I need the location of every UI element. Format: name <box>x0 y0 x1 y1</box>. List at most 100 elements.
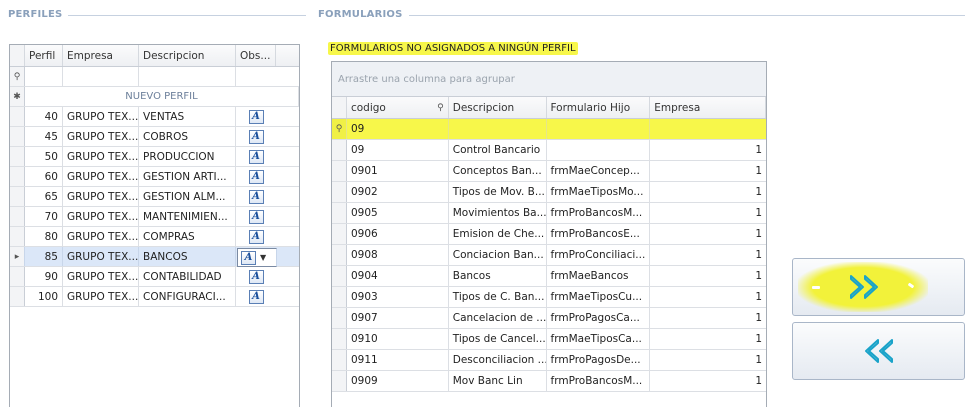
cell-empresa[interactable]: GRUPO TEX... <box>63 147 139 166</box>
cell-descripcion[interactable]: Tipos de Mov. B... <box>449 182 547 202</box>
table-row[interactable]: 0908 Conciacion Ban... frmProConciliaci...… <box>332 245 766 266</box>
filter-cell-perfil[interactable] <box>25 67 63 86</box>
cell-formulario-hijo[interactable]: frmProPagosDe... <box>547 350 651 370</box>
cell-formulario-hijo[interactable]: frmMaeTiposMo... <box>547 182 651 202</box>
cell-formulario-hijo[interactable]: frmProConciliaci... <box>547 245 651 265</box>
perfiles-new-row[interactable]: ✱ NUEVO PERFIL <box>10 87 299 107</box>
cell-descripcion[interactable]: COMPRAS <box>139 227 236 246</box>
filter-cell-empresa[interactable] <box>650 119 766 139</box>
cell-formulario-hijo[interactable]: frmProPagosCa... <box>547 308 651 328</box>
cell-empresa[interactable]: 1 <box>650 329 766 349</box>
column-header-empresa[interactable]: Empresa <box>650 97 766 118</box>
cell-codigo[interactable]: 0904 <box>347 266 449 286</box>
table-row[interactable]: 70 GRUPO TEX... MANTENIMIEN... A <box>10 207 299 227</box>
cell-descripcion[interactable]: VENTAS <box>139 107 236 126</box>
table-row[interactable]: 60 GRUPO TEX... GESTION ARTI... A <box>10 167 299 187</box>
memo-edit-icon[interactable]: A <box>248 229 264 244</box>
cell-descripcion[interactable]: Desconciliacion ... <box>449 350 547 370</box>
cell-empresa[interactable]: GRUPO TEX... <box>63 107 139 126</box>
cell-empresa[interactable]: 1 <box>650 245 766 265</box>
cell-empresa[interactable]: 1 <box>650 287 766 307</box>
cell-empresa[interactable]: 1 <box>650 371 766 391</box>
cell-perfil[interactable]: 40 <box>25 107 63 126</box>
double-chevron-right-icon[interactable] <box>848 273 884 301</box>
table-row[interactable]: 0907 Cancelacion de ... frmProPagosCa... 1 <box>332 308 766 329</box>
cell-codigo[interactable]: 0911 <box>347 350 449 370</box>
cell-descripcion[interactable]: Tipos de Cancel... <box>449 329 547 349</box>
memo-edit-icon[interactable]: A <box>248 109 264 124</box>
table-row[interactable]: 09 Control Bancario 1 <box>332 140 766 161</box>
column-header-descripcion[interactable]: Descripcion <box>139 45 236 66</box>
cell-empresa[interactable]: GRUPO TEX... <box>63 247 139 266</box>
table-row[interactable]: 0903 Tipos de C. Ban... frmMaeTiposCu... 1 <box>332 287 766 308</box>
cell-empresa[interactable]: 1 <box>650 203 766 223</box>
cell-empresa[interactable]: 1 <box>650 140 766 160</box>
cell-obs[interactable]: A <box>236 127 276 146</box>
cell-obs[interactable]: A <box>236 227 276 246</box>
table-row[interactable]: 0911 Desconciliacion ... frmProPagosDe... 1 <box>332 350 766 371</box>
cell-codigo[interactable]: 0903 <box>347 287 449 307</box>
cell-empresa[interactable]: 1 <box>650 266 766 286</box>
column-header-codigo[interactable]: codigo ⚲ <box>347 97 449 118</box>
cell-formulario-hijo[interactable]: frmMaeConcep... <box>547 161 651 181</box>
cell-formulario-hijo[interactable]: frmProBancosE... <box>547 224 651 244</box>
column-header-descripcion[interactable]: Descripcion <box>449 97 547 118</box>
cell-empresa[interactable]: 1 <box>650 161 766 181</box>
cell-descripcion[interactable]: Cancelacion de ... <box>449 308 547 328</box>
cell-codigo[interactable]: 0907 <box>347 308 449 328</box>
table-row[interactable]: 0909 Mov Banc Lin frmProBancosM... 1 <box>332 371 766 392</box>
table-row[interactable]: 0906 Emision de Che... frmProBancosE... 1 <box>332 224 766 245</box>
cell-descripcion[interactable]: Tipos de C. Ban... <box>449 287 547 307</box>
cell-perfil[interactable]: 45 <box>25 127 63 146</box>
table-row[interactable]: 0902 Tipos de Mov. B... frmMaeTiposMo... 1 <box>332 182 766 203</box>
table-row[interactable]: 90 GRUPO TEX... CONTABILIDAD A <box>10 267 299 287</box>
memo-edit-icon[interactable]: A <box>248 269 264 284</box>
cell-descripcion[interactable]: Control Bancario <box>449 140 547 160</box>
new-row-label[interactable]: NUEVO PERFIL <box>25 87 299 106</box>
table-row[interactable]: 65 GRUPO TEX... GESTION ALM... A <box>10 187 299 207</box>
cell-descripcion[interactable]: BANCOS <box>139 247 236 266</box>
cell-obs[interactable]: A <box>236 107 276 126</box>
filter-cell-descripcion[interactable] <box>449 119 547 139</box>
table-row[interactable]: 0901 Conceptos Ban... frmMaeConcep... 1 <box>332 161 766 182</box>
memo-edit-icon[interactable]: A <box>248 289 264 304</box>
cell-codigo[interactable]: 0902 <box>347 182 449 202</box>
cell-codigo[interactable]: 09 <box>347 140 449 160</box>
cell-empresa[interactable]: 1 <box>650 182 766 202</box>
memo-edit-icon[interactable]: A <box>248 149 264 164</box>
cell-perfil[interactable]: 90 <box>25 267 63 286</box>
cell-empresa[interactable]: GRUPO TEX... <box>63 227 139 246</box>
formularios-grid[interactable]: Arrastre una columna para agrupar codigo… <box>331 61 767 407</box>
column-header-empresa[interactable]: Empresa <box>63 45 139 66</box>
cell-descripcion[interactable]: Movimientos Ba... <box>449 203 547 223</box>
column-header-perfil[interactable]: Perfil <box>25 45 63 66</box>
cell-codigo[interactable]: 0901 <box>347 161 449 181</box>
cell-formulario-hijo[interactable]: frmProBancosM... <box>547 371 651 391</box>
cell-empresa[interactable]: 1 <box>650 308 766 328</box>
cell-codigo[interactable]: 0905 <box>347 203 449 223</box>
cell-descripcion[interactable]: Conceptos Ban... <box>449 161 547 181</box>
cell-descripcion[interactable]: CONTABILIDAD <box>139 267 236 286</box>
table-row[interactable]: ▸ 85 GRUPO TEX... BANCOS A ▼ <box>10 247 299 267</box>
cell-obs[interactable]: A ▼ <box>237 248 277 267</box>
cell-perfil[interactable]: 80 <box>25 227 63 246</box>
group-by-panel[interactable]: Arrastre una columna para agrupar <box>332 62 766 97</box>
cell-obs[interactable]: A <box>236 267 276 286</box>
cell-descripcion[interactable]: PRODUCCION <box>139 147 236 166</box>
cell-empresa[interactable]: GRUPO TEX... <box>63 207 139 226</box>
cell-descripcion[interactable]: Emision de Che... <box>449 224 547 244</box>
cell-formulario-hijo[interactable]: frmProBancosM... <box>547 203 651 223</box>
table-row[interactable]: 0910 Tipos de Cancel... frmMaeTiposCa... 1 <box>332 329 766 350</box>
cell-perfil[interactable]: 60 <box>25 167 63 186</box>
cell-empresa[interactable]: GRUPO TEX... <box>63 287 139 306</box>
cell-empresa[interactable]: 1 <box>650 224 766 244</box>
cell-descripcion[interactable]: Mov Banc Lin <box>449 371 547 391</box>
cell-codigo[interactable]: 0910 <box>347 329 449 349</box>
unassign-form-button[interactable] <box>792 322 965 380</box>
cell-perfil[interactable]: 70 <box>25 207 63 226</box>
table-row[interactable]: 100 GRUPO TEX... CONFIGURACI... A <box>10 287 299 307</box>
filter-cell-codigo[interactable]: 09 <box>347 119 449 139</box>
cell-empresa[interactable]: GRUPO TEX... <box>63 127 139 146</box>
cell-codigo[interactable]: 0906 <box>347 224 449 244</box>
cell-obs[interactable]: A <box>236 187 276 206</box>
